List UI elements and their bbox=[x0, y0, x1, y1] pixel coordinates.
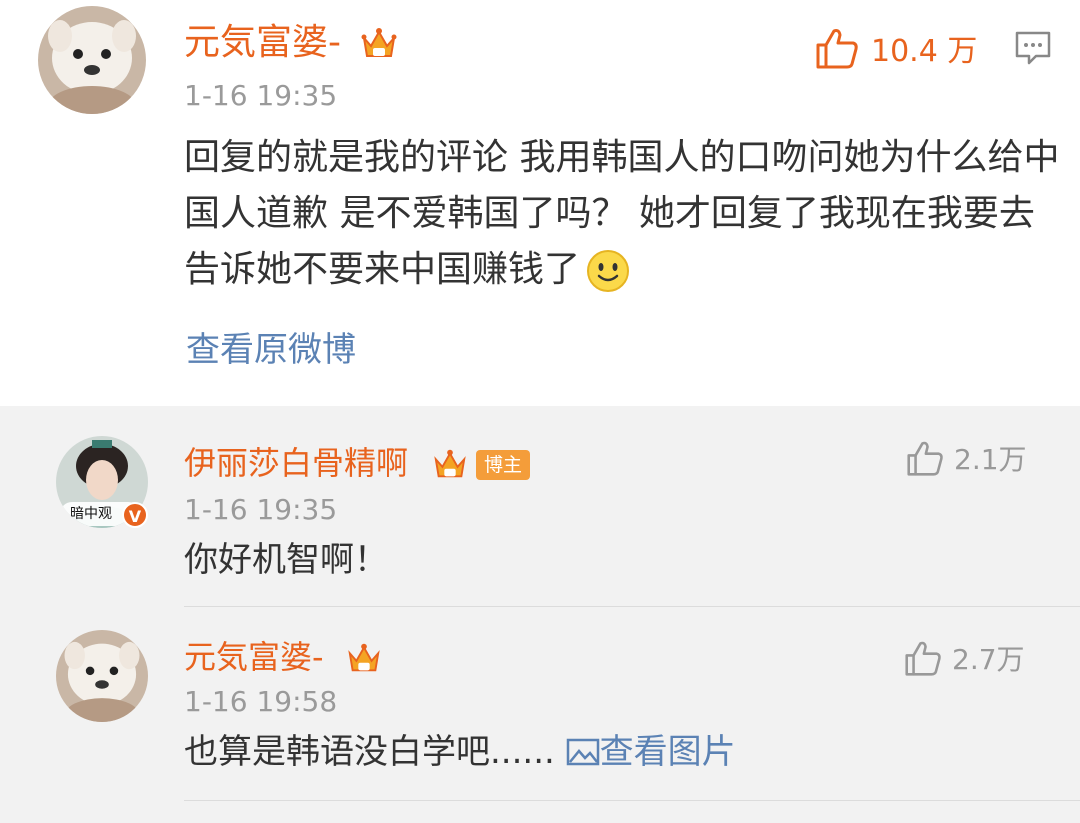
thumbs-up-icon bbox=[907, 441, 943, 476]
main-like-count: 10.4 万 bbox=[871, 34, 978, 69]
main-avatar[interactable] bbox=[38, 6, 146, 114]
reply-like-button[interactable]: 2.1万 bbox=[906, 438, 1027, 478]
main-timestamp: 1-16 19:35 bbox=[184, 79, 338, 112]
reply-timestamp: 1-16 19:35 bbox=[184, 493, 338, 526]
reply-text-body: 也算是韩语没白学吧...... bbox=[184, 732, 555, 772]
author-badge: 博主 bbox=[476, 450, 531, 480]
main-like-button[interactable]: 10.4 万 bbox=[815, 26, 977, 70]
reply-text: 也算是韩语没白学吧...... 查看图片 bbox=[184, 728, 736, 776]
image-icon bbox=[566, 738, 599, 766]
view-original-link[interactable]: 查看原微博 bbox=[186, 326, 356, 374]
comment-icon[interactable] bbox=[1014, 30, 1052, 66]
reply-like-count: 2.7万 bbox=[952, 643, 1025, 676]
reply-like-count: 2.1万 bbox=[954, 443, 1027, 476]
reply-text: 你好机智啊！ bbox=[184, 540, 388, 580]
reply-divider bbox=[184, 800, 1080, 801]
reply-username[interactable]: 元気富婆- bbox=[184, 634, 324, 680]
main-comment: 元気富婆- 1-16 19:35 回复的就是我的评论 我用韩国人的口吻问她为什么… bbox=[0, 0, 1080, 406]
reply-like-button[interactable]: 2.7万 bbox=[904, 638, 1025, 678]
reply-avatar[interactable] bbox=[56, 630, 148, 722]
view-image-label: 查看图片 bbox=[599, 732, 736, 772]
view-image-link[interactable]: 查看图片 bbox=[566, 732, 736, 772]
reply-username[interactable]: 伊丽莎白骨精啊 bbox=[184, 440, 408, 486]
thumbs-up-icon bbox=[905, 641, 941, 676]
thumbs-up-icon bbox=[816, 29, 858, 69]
main-comment-text: 回复的就是我的评论 我用韩国人的口吻问她为什么给中国人道歉 是不爱韩国了吗？ 她… bbox=[184, 130, 1064, 298]
crown-icon bbox=[348, 643, 380, 672]
smiley-icon bbox=[587, 250, 630, 292]
reply-divider bbox=[184, 606, 1080, 607]
main-username[interactable]: 元気富婆- bbox=[184, 18, 341, 68]
crown-icon bbox=[361, 28, 397, 57]
crown-icon bbox=[434, 449, 466, 478]
reply-timestamp: 1-16 19:58 bbox=[184, 685, 338, 718]
verified-badge: V bbox=[122, 502, 148, 528]
